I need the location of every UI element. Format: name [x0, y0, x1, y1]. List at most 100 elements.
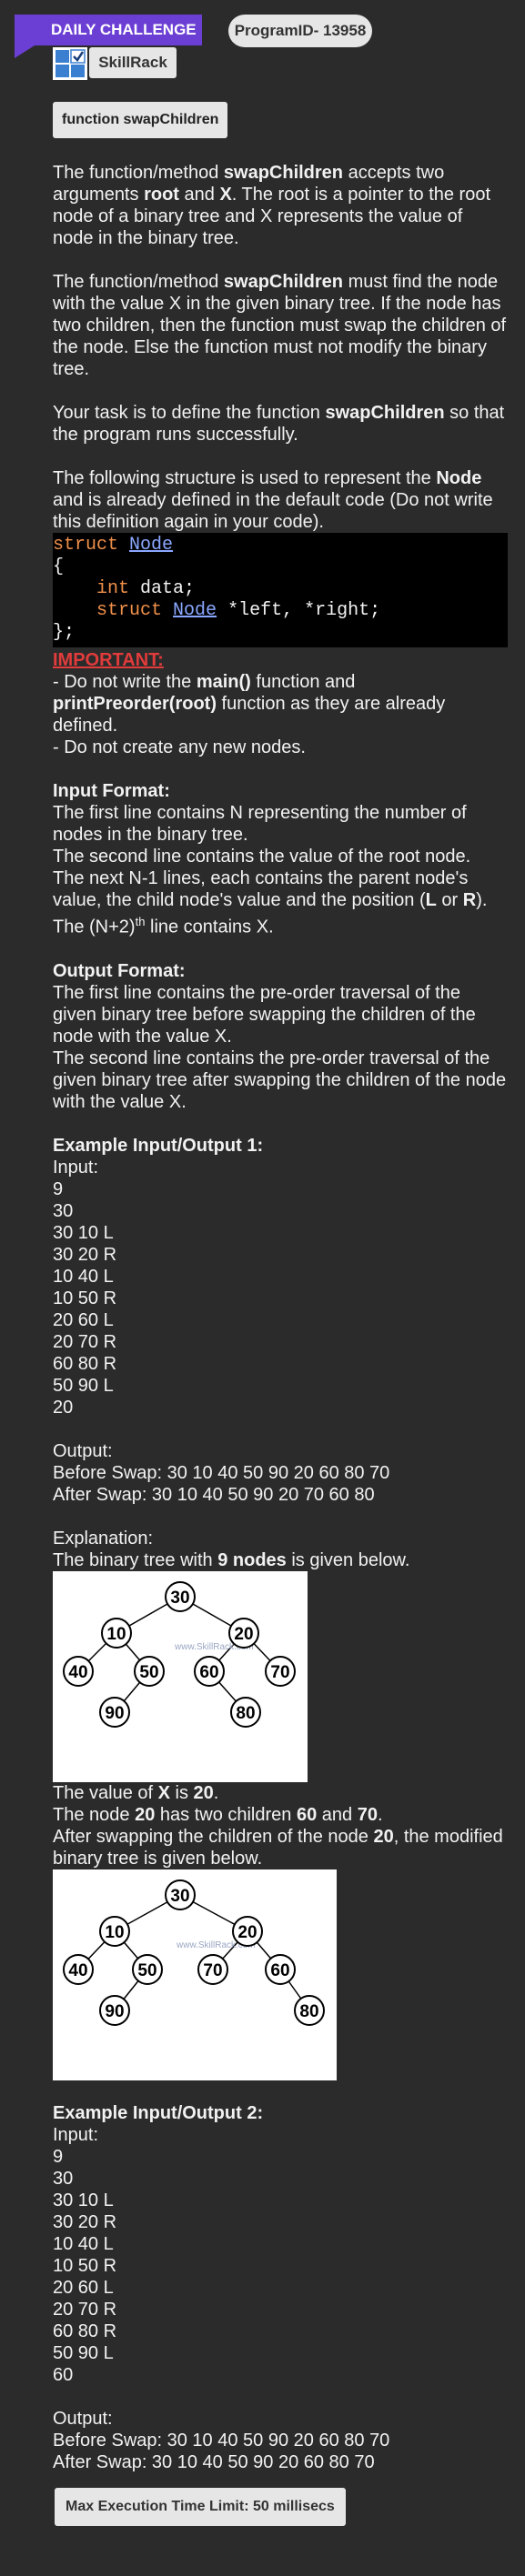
- tree1-node: 80: [230, 1696, 261, 1728]
- tree1-node: 40: [63, 1655, 94, 1687]
- binary-tree-diagram-2: www.SkillRack.com 30 10 20 40 50 70 60 9…: [53, 1869, 337, 2080]
- tree2-node: 70: [197, 1953, 228, 1985]
- intro-paragraph-1: The function/method swapChildren accepts…: [53, 163, 491, 248]
- input-line: 50 90 L: [53, 2342, 114, 2363]
- important-line-2: - Do not create any new nodes.: [53, 737, 306, 757]
- input-line: 10 40 L: [53, 1266, 114, 1287]
- example1-after: After Swap: 30 10 40 50 90 20 70 60 80: [53, 1484, 375, 1505]
- example2-input-label: Input:: [53, 2124, 99, 2145]
- input-line: 20 60 L: [53, 2277, 114, 2298]
- intro-paragraph-3: Your task is to define the function swap…: [53, 403, 505, 445]
- example1-input-lines: 9 30 30 10 L 30 20 R 10 40 L 10 50 R 20 60 L 20…: [53, 1178, 508, 1418]
- program-id-badge: ProgramID- 13958: [228, 15, 372, 47]
- node-children-line: The node 20 has two children 60 and 70.: [53, 1804, 383, 1825]
- tree2-node: 10: [99, 1915, 130, 1947]
- input-line: 20 70 R: [53, 1331, 117, 1352]
- tree2-node: 40: [63, 1953, 94, 1985]
- svg-text:10: 10: [105, 1923, 124, 1942]
- svg-text:20: 20: [237, 1923, 257, 1942]
- svg-text:40: 40: [68, 1663, 87, 1682]
- important-line-1: - Do not write the main() function and p…: [53, 672, 446, 736]
- intro-paragraph-4: The following structure is used to repre…: [53, 468, 493, 532]
- tree1-node: 10: [101, 1617, 132, 1649]
- tree1-node: 50: [134, 1655, 165, 1687]
- example1-explanation-line: The binary tree with 9 nodes is given be…: [53, 1549, 410, 1570]
- output-format-line-1: The first line contains the pre-order tr…: [53, 982, 476, 1047]
- tree2-node: 20: [232, 1915, 263, 1947]
- input-line: 60 80 R: [53, 2320, 117, 2341]
- intro-paragraph-2: The function/method swapChildren must fi…: [53, 272, 507, 379]
- input-line: 50 90 L: [53, 1375, 114, 1396]
- input-line: 9: [53, 1178, 64, 1199]
- example2-output-label: Output:: [53, 2408, 113, 2429]
- svg-text:30: 30: [170, 1887, 189, 1906]
- svg-text:70: 70: [270, 1663, 289, 1682]
- node-struct-code: struct Node { int data; struct Node *lef…: [53, 533, 508, 647]
- tree2-node: 50: [132, 1953, 163, 1985]
- top-bar: DAILY CHALLENGE ProgramID- 13958 SkillRa…: [0, 0, 525, 82]
- tree1-node: 60: [194, 1655, 225, 1687]
- example1-output-label: Output:: [53, 1440, 113, 1461]
- svg-text:30: 30: [170, 1589, 189, 1608]
- svg-text:10: 10: [106, 1625, 126, 1644]
- input-format-line-4: The (N+2)th line contains X.: [53, 915, 274, 937]
- skillrack-brand-button[interactable]: SkillRack: [89, 47, 177, 78]
- example1-before: Before Swap: 30 10 40 50 90 20 60 80 70: [53, 1462, 390, 1483]
- input-line: 20 70 R: [53, 2299, 117, 2320]
- input-line: 10 50 R: [53, 1288, 117, 1308]
- svg-text:90: 90: [105, 1704, 124, 1723]
- example1-explanation-label: Explanation:: [53, 1528, 154, 1549]
- input-line: 9: [53, 2146, 64, 2167]
- example1-heading: Example Input/Output 1:: [53, 1135, 264, 1156]
- svg-text:60: 60: [199, 1663, 218, 1682]
- input-format-heading: Input Format:: [53, 781, 170, 801]
- node-type-link[interactable]: Node: [129, 535, 173, 556]
- input-line: 10 40 L: [53, 2233, 114, 2254]
- input-line: 30 10 L: [53, 1222, 114, 1243]
- daily-challenge-tag: DAILY CHALLENGE: [15, 15, 202, 58]
- function-name-button[interactable]: function swapChildren: [53, 102, 228, 138]
- tree2-node: 60: [265, 1953, 296, 1985]
- tree1-node: 90: [99, 1696, 130, 1728]
- input-line: 30 10 L: [53, 2190, 114, 2210]
- input-line: 60: [53, 2364, 74, 2385]
- binary-tree-diagram-1: www.SkillRack.com 30 10 20 40 50 60 70 9…: [53, 1570, 308, 1782]
- input-line: 60 80 R: [53, 1353, 117, 1374]
- example1-input-label: Input:: [53, 1157, 99, 1178]
- after-swap-line: After swapping the children of the node …: [53, 1826, 503, 1869]
- input-line: 30 20 R: [53, 2211, 117, 2232]
- tree2-node: 30: [165, 1879, 196, 1910]
- svg-text:40: 40: [68, 1961, 87, 1980]
- svg-text:20: 20: [234, 1625, 253, 1644]
- tree2-node: 90: [99, 1994, 130, 2026]
- value-of-x-line: The value of X is 20.: [53, 1782, 219, 1803]
- svg-text:70: 70: [203, 1961, 222, 1980]
- example2-input-lines: 9 30 30 10 L 30 20 R 10 40 L 10 50 R 20 60 L 20…: [53, 2146, 508, 2386]
- output-format-line-2: The second line contains the pre-order t…: [53, 1047, 507, 1112]
- input-line: 30 20 R: [53, 1244, 117, 1265]
- input-line: 20 60 L: [53, 1309, 114, 1330]
- tree2-node: 80: [294, 1994, 325, 2026]
- input-line: 30: [53, 1200, 74, 1221]
- output-format-heading: Output Format:: [53, 960, 186, 981]
- svg-text:60: 60: [270, 1961, 289, 1980]
- time-limit-button[interactable]: Max Execution Time Limit: 50 millisecs: [55, 2487, 346, 2526]
- input-line: 30: [53, 2168, 74, 2189]
- important-heading: IMPORTANT:: [53, 650, 164, 670]
- tree1-node: 30: [165, 1580, 196, 1612]
- example2-after: After Swap: 30 10 40 50 90 20 60 80 70: [53, 2451, 375, 2472]
- input-line: 20: [53, 1397, 74, 1418]
- input-line: 10 50 R: [53, 2255, 117, 2276]
- input-format-line-3: The next N-1 lines, each contains the pa…: [53, 868, 488, 910]
- tree1-node: 70: [265, 1655, 296, 1687]
- problem-content: function swapChildren The function/metho…: [53, 102, 508, 2526]
- svg-text:80: 80: [236, 1704, 255, 1723]
- svg-text:50: 50: [139, 1663, 158, 1682]
- svg-text:80: 80: [299, 2002, 318, 2021]
- tree1-node: 20: [228, 1617, 259, 1649]
- example2-heading: Example Input/Output 2:: [53, 2102, 264, 2123]
- example2-before: Before Swap: 30 10 40 50 90 20 60 80 70: [53, 2430, 390, 2451]
- svg-text:90: 90: [105, 2002, 124, 2021]
- svg-text:50: 50: [137, 1961, 156, 1980]
- skillrack-logo-icon: [53, 47, 87, 80]
